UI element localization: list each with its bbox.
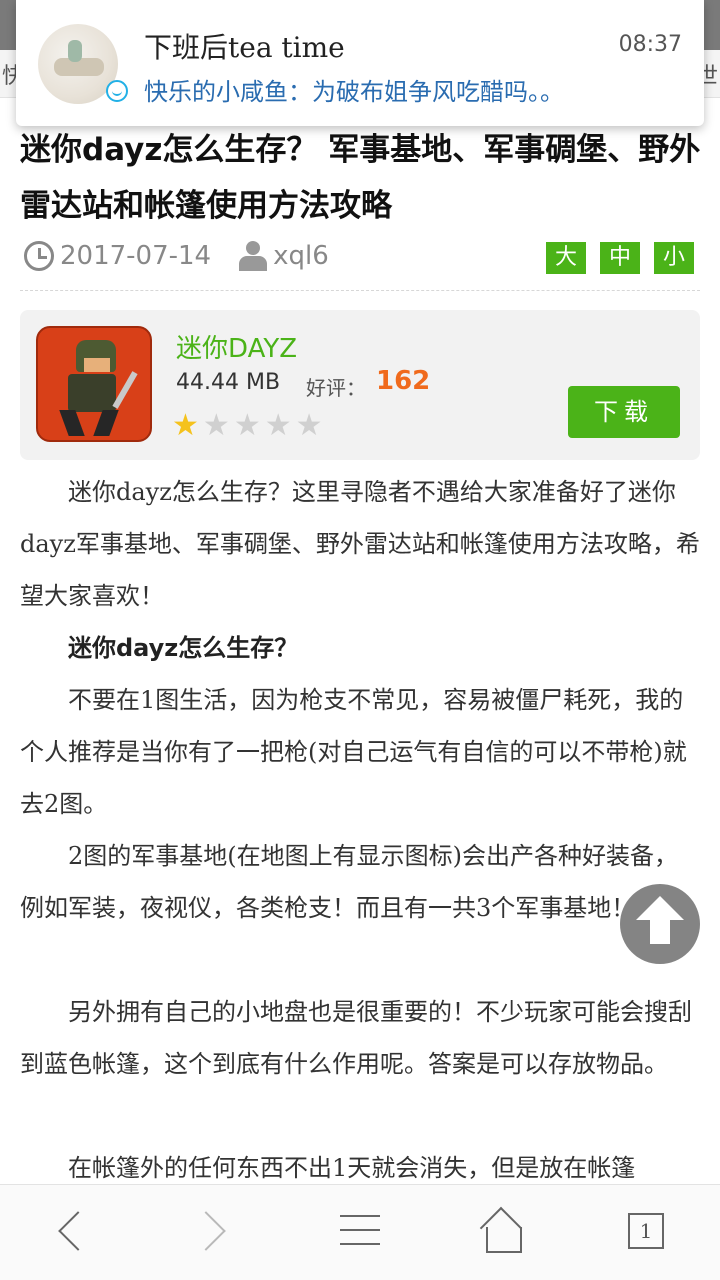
article-paragraph: 2图的军事基地(在地图上有显示图标)会出产各种好装备，例如军装，夜视仪，各类枪支…: [20, 842, 678, 922]
font-size-medium-button[interactable]: 中: [600, 242, 640, 274]
article-title: 迷你dayz怎么生存？ 军事基地、军事碉堡、野外雷达站和帐篷使用方法攻略: [20, 132, 701, 224]
star-empty-icon: ★: [295, 408, 323, 443]
rating-label: 好评：: [306, 376, 366, 400]
font-size-large-button[interactable]: 大: [546, 242, 586, 274]
forward-arrow-icon[interactable]: [190, 1209, 240, 1259]
notification-time: 08:37: [618, 32, 682, 57]
browser-toolbar: 1: [0, 1184, 720, 1280]
star-empty-icon: ★: [264, 408, 292, 443]
app-size: 44.44 MB: [176, 370, 281, 395]
menu-icon[interactable]: [338, 1209, 388, 1259]
article-paragraph: 不要在1图生活，因为枪支不常见，容易被僵尸耗死，我的个人推荐是当你有了一把枪(对…: [20, 686, 687, 818]
scroll-to-top-button[interactable]: [620, 884, 700, 964]
clock-icon: [24, 241, 54, 271]
font-size-small-button[interactable]: 小: [654, 242, 694, 274]
publish-date: 2017-07-14: [60, 241, 212, 271]
tabs-button[interactable]: 1: [628, 1209, 678, 1259]
tab-count: 1: [628, 1213, 664, 1249]
app-icon[interactable]: [36, 326, 152, 442]
home-icon[interactable]: [479, 1206, 532, 1259]
rating-value: 162: [376, 366, 431, 396]
notification-title: 下班后tea time: [144, 31, 345, 64]
user-icon: [239, 241, 268, 271]
article-paragraph: 另外拥有自己的小地盘也是很重要的！不少玩家可能会搜刮到蓝色帐篷，这个到底有什么作…: [20, 998, 692, 1078]
back-arrow-icon[interactable]: [46, 1209, 96, 1259]
divider: [20, 290, 700, 291]
font-size-switcher: 大 中 小: [546, 242, 694, 274]
app-name-link[interactable]: 迷你DAYZ: [176, 328, 297, 365]
qq-app-icon: [106, 80, 128, 102]
notification-message: 快乐的小咸鱼：为破布姐争风吃醋吗。。: [144, 78, 564, 106]
author-name: xql6: [273, 241, 329, 271]
app-download-card: 迷你DAYZ 44.44 MB 好评： 162 ★ ★ ★ ★ ★ 下载: [20, 310, 700, 460]
section-heading: 迷你dayz怎么生存？: [68, 634, 299, 662]
star-empty-icon: ★: [202, 408, 230, 443]
article-paragraph: 迷你dayz怎么生存？这里寻隐者不遇给大家准备好了迷你dayz军事基地、军事碉堡…: [20, 478, 700, 610]
star-filled-icon: ★: [172, 408, 199, 443]
article-meta: 2017-07-14 xql6: [24, 238, 329, 274]
download-button[interactable]: 下载: [568, 386, 680, 438]
message-notification[interactable]: 下班后tea time 08:37 快乐的小咸鱼：为破布姐争风吃醋吗。。: [16, 0, 704, 126]
star-rating: ★ ★ ★ ★ ★: [172, 410, 323, 442]
star-empty-icon: ★: [233, 408, 261, 443]
